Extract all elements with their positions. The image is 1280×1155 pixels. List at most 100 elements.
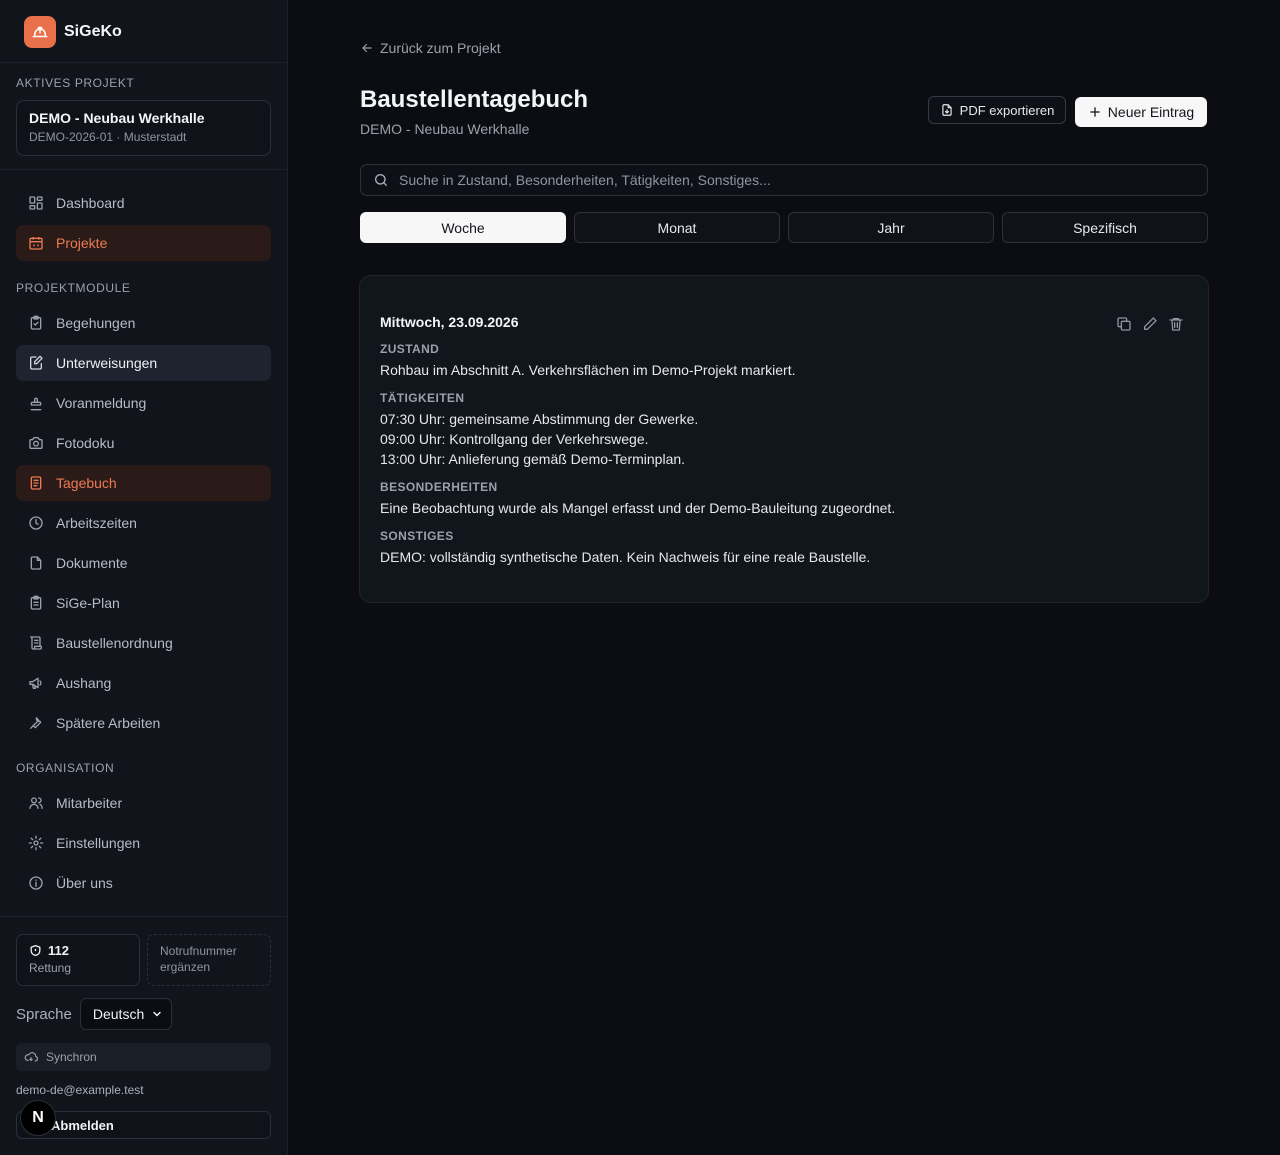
sidebar-item-spaetere-arbeiten[interactable]: Spätere Arbeiten [16, 705, 271, 741]
active-project-meta: DEMO-2026-01 · Musterstadt [29, 130, 187, 144]
module-section-label: PROJEKTMODULE [16, 281, 131, 295]
brand-name: SiGeKo [64, 23, 122, 40]
camera-icon [29, 437, 43, 449]
trash-icon[interactable] [1168, 316, 1184, 332]
brand[interactable]: SiGeKo [24, 16, 122, 48]
sidebar-divider [0, 62, 287, 63]
sidebar-item-voranmeldung[interactable]: Voranmeldung [16, 385, 271, 421]
active-project-card[interactable]: DEMO - Neubau Werkhalle DEMO-2026-01 · M… [16, 100, 271, 156]
add-emergency-number[interactable]: Notrufnummer ergänzen [147, 934, 271, 986]
shield-icon [30, 944, 41, 957]
taetigkeit-line: 09:00 Uhr: Kontrollgang der Verkehrswege… [380, 431, 649, 447]
sidebar-item-fotodoku[interactable]: Fotodoku [16, 425, 271, 461]
active-project-name: DEMO - Neubau Werkhalle [29, 110, 205, 126]
sidebar-item-tagebuch[interactable]: Tagebuch [16, 465, 271, 501]
sync-status-label: Synchron [46, 1050, 97, 1064]
sidebar-item-label: Dokumente [56, 555, 128, 571]
clipboard-list-icon [30, 595, 42, 610]
emergency-number-card[interactable]: 112 Rettung [16, 934, 140, 986]
page-subtitle: DEMO - Neubau Werkhalle [360, 121, 530, 137]
dashboard-icon [29, 196, 43, 210]
arrow-left-icon [362, 43, 372, 53]
org-section-label: ORGANISATION [16, 761, 115, 775]
sidebar-item-baustellenordnung[interactable]: Baustellenordnung [16, 625, 271, 661]
sidebar-item-label: Spätere Arbeiten [56, 715, 161, 731]
taetigkeit-line: 07:30 Uhr: gemeinsame Abstimmung der Gew… [380, 411, 699, 427]
tab-spezifisch[interactable]: Spezifisch [1002, 212, 1208, 243]
taetigkeiten-label: TÄTIGKEITEN [380, 391, 465, 405]
wrench-icon [30, 717, 42, 729]
user-email: demo-de@example.test [16, 1083, 144, 1097]
calendar-icon [29, 237, 43, 250]
file-pdf-icon [942, 104, 952, 116]
besonderheiten-text: Eine Beobachtung wurde als Mangel erfass… [380, 500, 896, 516]
sidebar-item-begehungen[interactable]: Begehungen [16, 305, 271, 341]
new-entry-label: Neuer Eintrag [1107, 104, 1195, 120]
sidebar-item-label: Fotodoku [56, 435, 115, 451]
tab-monat[interactable]: Monat [574, 212, 780, 243]
entry-date: Mittwoch, 23.09.2026 [380, 314, 519, 330]
sidebar-item-label: Mitarbeiter [56, 795, 123, 811]
sidebar-item-arbeitszeiten[interactable]: Arbeitszeiten [16, 505, 271, 541]
back-to-project-link[interactable]: Zurück zum Projekt [360, 40, 501, 56]
sonstiges-label: SONSTIGES [380, 529, 454, 543]
sidebar: SiGeKo AKTIVES PROJEKT DEMO - Neubau Wer… [0, 0, 288, 1155]
search-input[interactable] [399, 172, 1207, 188]
tab-woche[interactable]: Woche [360, 212, 566, 243]
language-select[interactable]: Deutsch [79, 998, 172, 1030]
page-title: Baustellentagebuch [360, 86, 589, 113]
language-label: Sprache [16, 1005, 72, 1023]
sidebar-item-label: SiGe-Plan [56, 595, 120, 611]
sidebar-item-dashboard[interactable]: Dashboard [16, 185, 271, 221]
users-icon [29, 797, 43, 809]
sidebar-item-label: Tagebuch [56, 475, 117, 491]
sidebar-item-unterweisungen[interactable]: Unterweisungen [16, 345, 271, 381]
stamp-icon [30, 397, 42, 411]
cloud-sync-icon [24, 1052, 38, 1062]
sidebar-item-ueber-uns[interactable]: Über uns [16, 865, 271, 901]
file-icon [30, 556, 42, 570]
sidebar-item-label: Aushang [56, 675, 112, 691]
zustand-text: Rohbau im Abschnitt A. Verkehrsflächen i… [380, 362, 796, 378]
sidebar-item-dokumente[interactable]: Dokumente [16, 545, 271, 581]
sidebar-divider [0, 169, 287, 170]
sidebar-item-label: Baustellenordnung [56, 635, 173, 651]
sidebar-item-einstellungen[interactable]: Einstellungen [16, 825, 271, 861]
notebook-icon [30, 476, 42, 490]
search-bar[interactable] [360, 164, 1208, 196]
emergency-label: Rettung [29, 961, 72, 975]
zustand-label: ZUSTAND [380, 342, 440, 356]
export-pdf-label: PDF exportieren [959, 102, 1055, 118]
copy-icon[interactable] [1116, 316, 1132, 332]
new-entry-button[interactable]: Neuer Eintrag [1075, 97, 1207, 127]
sidebar-item-label: Begehungen [56, 315, 136, 331]
diary-entry-card: Mittwoch, 23.09.2026 ZUSTAND Rohbau im A… [359, 275, 1209, 603]
edit-file-icon [30, 355, 43, 370]
clipboard-check-icon [30, 315, 42, 330]
tab-jahr[interactable]: Jahr [788, 212, 994, 243]
edit-icon[interactable] [1142, 316, 1158, 332]
info-icon [29, 876, 43, 890]
sync-status: Synchron [16, 1043, 271, 1071]
nextjs-dev-badge[interactable]: N [20, 1100, 56, 1136]
clock-icon [29, 516, 43, 530]
active-project-label: AKTIVES PROJEKT [16, 76, 135, 90]
sidebar-item-aushang[interactable]: Aushang [16, 665, 271, 701]
sidebar-item-label: Über uns [56, 875, 113, 891]
sidebar-item-mitarbeiter[interactable]: Mitarbeiter [16, 785, 271, 821]
sidebar-item-label: Voranmeldung [56, 395, 147, 411]
emergency-number: 112 [48, 943, 69, 958]
chevron-down-icon [153, 1011, 161, 1017]
export-pdf-button[interactable]: PDF exportieren [928, 96, 1066, 124]
scroll-icon [30, 636, 42, 650]
taetigkeiten-text: 07:30 Uhr: gemeinsame Abstimmung der Gew… [380, 409, 1188, 469]
search-icon [375, 174, 387, 186]
language-row: Sprache Deutsch [16, 998, 172, 1030]
entry-actions [1116, 316, 1184, 332]
sidebar-item-sige-plan[interactable]: SiGe-Plan [16, 585, 271, 621]
sonstiges-text: DEMO: vollständig synthetische Daten. Ke… [380, 549, 871, 565]
back-link-label: Zurück zum Projekt [380, 40, 501, 56]
sidebar-item-label: Dashboard [56, 195, 125, 211]
sidebar-item-projekte[interactable]: Projekte [16, 225, 271, 261]
sidebar-divider [0, 916, 287, 917]
